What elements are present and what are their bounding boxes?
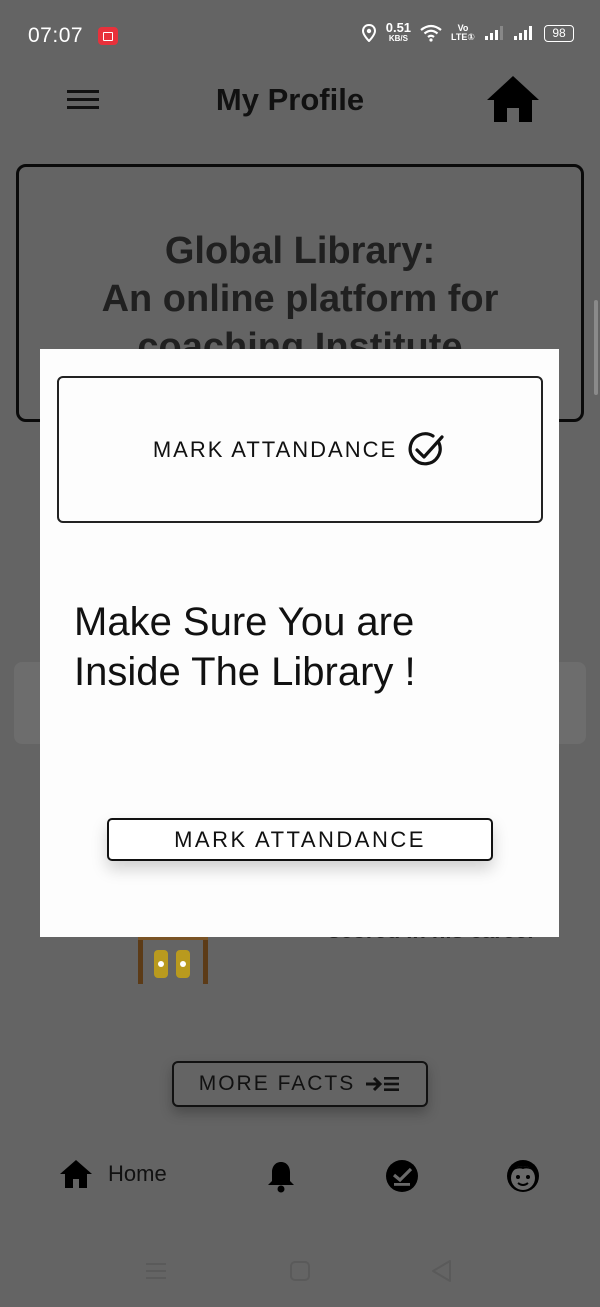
dialog-title: MARK ATTANDANCE: [152, 436, 398, 462]
status-bar: 07:07 0.51 KB/S Vo LTE① 98: [0, 0, 600, 70]
more-facts-button[interactable]: MORE FACTS: [172, 1061, 428, 1107]
app-header: My Profile: [0, 70, 600, 130]
banner-line-1: Global Library:: [164, 230, 436, 272]
home-button-icon[interactable]: [287, 1258, 313, 1284]
banner-line-2: An online platform for: [101, 278, 499, 320]
fact-illustration: [136, 936, 210, 986]
dialog-header: MARK ATTANDANCE: [57, 376, 543, 523]
status-indicators: 0.51 KB/S Vo LTE① 98: [361, 20, 574, 44]
more-facts-label: MORE FACTS: [198, 1072, 356, 1095]
home-icon[interactable]: [483, 72, 543, 128]
face-icon: [507, 1160, 539, 1192]
system-nav-bar: [0, 1240, 600, 1300]
recents-icon[interactable]: [143, 1258, 169, 1284]
screen-record-icon: [98, 27, 118, 45]
network-speed-value: 0.51: [385, 20, 412, 35]
mark-attendance-button[interactable]: MARK ATTANDANCE: [107, 818, 493, 861]
volte-bottom: LTE①: [451, 32, 475, 42]
nav-profile[interactable]: [505, 1158, 541, 1194]
check-circle-icon: [386, 1160, 418, 1192]
signal-icon-sim2: [514, 26, 532, 40]
bottom-nav: Home: [0, 1148, 600, 1206]
arrow-list-icon: [366, 1076, 400, 1092]
volte-indicator: Vo LTE①: [451, 24, 475, 42]
signal-icon-sim1: [485, 26, 503, 40]
nav-notifications[interactable]: [263, 1158, 299, 1194]
status-time: 07:07: [28, 24, 84, 47]
scroll-indicator: [594, 300, 598, 395]
home-icon: [60, 1160, 92, 1188]
check-circle-outline-icon: [408, 431, 444, 465]
nav-home-label: Home: [108, 1161, 167, 1186]
nav-attendance[interactable]: [384, 1158, 420, 1194]
dialog-message: Make Sure You are Inside The Library !: [74, 597, 514, 697]
dialog-message-line-1: Make Sure You are: [74, 600, 415, 644]
network-speed-unit: KB/S: [388, 34, 408, 43]
dialog-message-line-2: Inside The Library !: [74, 650, 416, 694]
location-icon: [361, 24, 376, 42]
network-speed: 0.51 KB/S: [385, 20, 412, 44]
attendance-dialog: MARK ATTANDANCE Make Sure You are Inside…: [40, 349, 559, 937]
bell-icon: [268, 1162, 294, 1193]
wifi-icon: [420, 24, 442, 42]
back-icon[interactable]: [429, 1258, 455, 1284]
nav-home[interactable]: Home: [58, 1158, 167, 1190]
battery-indicator: 98: [544, 24, 574, 42]
